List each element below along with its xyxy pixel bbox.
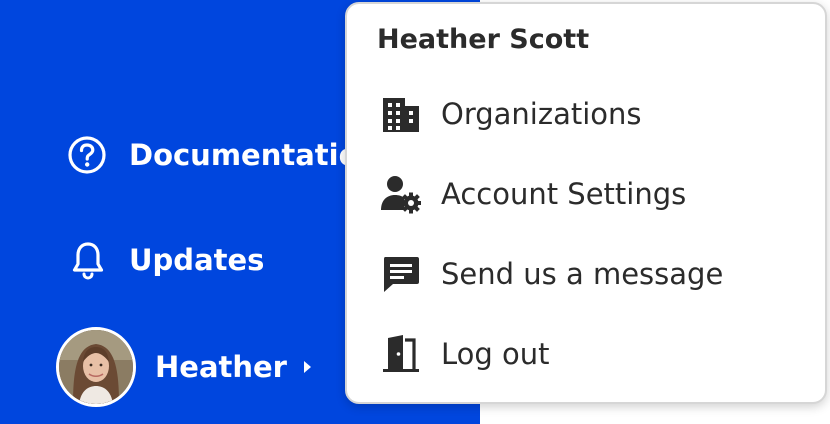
- menu-header: Heather Scott: [377, 24, 590, 55]
- chevron-right-icon: [301, 357, 315, 377]
- help-circle-icon: [67, 135, 107, 175]
- user-dropdown-menu: Heather Scott Organizations Account Sett…: [345, 2, 827, 404]
- menu-item-label: Account Settings: [441, 177, 687, 211]
- menu-item-label: Send us a message: [441, 257, 724, 291]
- menu-item-account-settings[interactable]: Account Settings: [381, 170, 686, 218]
- menu-item-log-out[interactable]: Log out: [381, 330, 550, 378]
- user-menu-toggle[interactable]: Heather: [56, 327, 315, 407]
- menu-item-organizations[interactable]: Organizations: [381, 90, 642, 138]
- menu-item-label: Organizations: [441, 97, 642, 131]
- menu-item-label: Log out: [441, 337, 550, 371]
- bell-icon: [70, 240, 106, 280]
- avatar: [56, 327, 136, 407]
- door-exit-icon: [381, 334, 421, 374]
- sidebar-item-updates[interactable]: Updates: [70, 238, 264, 282]
- sidebar-item-documentation[interactable]: Documentation: [67, 133, 379, 177]
- menu-item-send-message[interactable]: Send us a message: [381, 250, 723, 298]
- sidebar-item-label: Documentation: [129, 138, 380, 172]
- sidebar-item-label: Updates: [129, 243, 265, 277]
- user-gear-icon: [381, 174, 421, 214]
- message-icon: [381, 254, 421, 294]
- building-icon: [381, 94, 421, 134]
- user-name: Heather: [155, 350, 287, 384]
